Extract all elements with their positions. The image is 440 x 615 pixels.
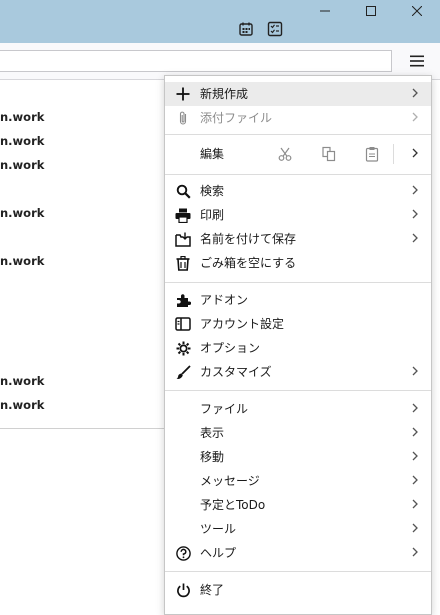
menu-item-account-settings[interactable]: アカウント設定 (165, 312, 431, 336)
close-button[interactable] (394, 0, 440, 22)
chevron-right-icon (411, 232, 421, 246)
menu-item-tools[interactable]: ツール (165, 517, 431, 541)
chevron-right-icon (411, 498, 421, 512)
list-divider (0, 428, 170, 429)
paintbrush-icon (175, 364, 191, 380)
menu-item-message[interactable]: メッセージ (165, 469, 431, 493)
menu-item-label: 予定とToDo (200, 498, 266, 512)
list-item[interactable]: n.work (0, 374, 44, 388)
menu-item-file[interactable]: ファイル (165, 397, 431, 421)
power-icon (175, 582, 191, 598)
help-icon (175, 545, 191, 561)
menu-item-label: ファイル (200, 402, 249, 416)
chevron-right-icon (411, 450, 421, 464)
plus-icon (175, 86, 191, 102)
menu-item-label: ごみ箱を空にする (200, 256, 297, 270)
puzzle-icon (175, 292, 191, 308)
save-folder-icon (175, 231, 191, 247)
menu-item-label: アカウント設定 (200, 317, 285, 331)
list-item[interactable]: n.work (0, 110, 44, 124)
app-menu-button[interactable] (403, 49, 431, 73)
menu-item-view[interactable]: 表示 (165, 421, 431, 445)
list-item[interactable]: n.work (0, 254, 44, 268)
tasks-button[interactable] (267, 21, 283, 37)
cut-icon[interactable] (277, 146, 293, 162)
chevron-right-icon (411, 184, 421, 198)
hamburger-menu-icon (410, 55, 424, 67)
paste-icon[interactable] (364, 146, 380, 162)
menu-item-options[interactable]: オプション (165, 336, 431, 360)
chevron-right-icon[interactable] (411, 147, 421, 161)
printer-icon (175, 207, 191, 223)
list-item[interactable]: n.work (0, 206, 44, 220)
app-menu: 新規作成 添付ファイル 編集 検索 印刷 名前を付けて保存 ごみ箱を空にする ア… (164, 75, 432, 615)
menu-item-label: ツール (200, 522, 237, 536)
list-item[interactable]: n.work (0, 134, 44, 148)
account-settings-icon (175, 316, 191, 332)
menu-item-label: カスタマイズ (200, 365, 272, 379)
chevron-right-icon (411, 426, 421, 440)
search-icon (175, 183, 191, 199)
trash-icon (175, 255, 191, 271)
menu-item-label: ヘルプ (200, 546, 237, 560)
list-item[interactable]: n.work (0, 398, 44, 412)
menu-item-addons[interactable]: アドオン (165, 288, 431, 312)
menu-item-events-tasks[interactable]: 予定とToDo (165, 493, 431, 517)
chevron-right-icon (411, 522, 421, 536)
tasks-icon (267, 21, 283, 37)
menu-item-label: メッセージ (200, 474, 260, 488)
menu-item-save-as[interactable]: 名前を付けて保存 (165, 227, 431, 251)
menu-item-quit[interactable]: 終了 (165, 578, 431, 602)
title-bar (0, 0, 440, 43)
close-icon (412, 6, 422, 16)
menu-item-label: 添付ファイル (200, 111, 273, 125)
menu-item-label: 印刷 (200, 208, 225, 222)
maximize-button[interactable] (348, 0, 394, 22)
menu-item-label: アドオン (200, 293, 249, 307)
menu-item-label: 新規作成 (200, 87, 249, 101)
minimize-button[interactable] (302, 0, 348, 22)
chevron-right-icon (411, 208, 421, 222)
list-item[interactable]: n.work (0, 158, 44, 172)
menu-item-label: 編集 (200, 147, 225, 161)
menu-item-empty-trash[interactable]: ごみ箱を空にする (165, 251, 431, 275)
menu-item-label: 移動 (200, 450, 225, 464)
menu-item-label: 表示 (200, 426, 225, 440)
chevron-right-icon (411, 87, 421, 101)
calendar-button[interactable] (238, 21, 254, 37)
chevron-right-icon (411, 111, 421, 125)
menu-separator (165, 134, 431, 135)
gear-icon (175, 340, 191, 356)
menu-item-label: 検索 (200, 184, 225, 198)
maximize-icon (366, 6, 376, 16)
paperclip-icon (175, 110, 191, 126)
menu-separator (165, 174, 431, 175)
menu-item-print[interactable]: 印刷 (165, 203, 431, 227)
menu-item-help[interactable]: ヘルプ (165, 541, 431, 565)
menu-item-new[interactable]: 新規作成 (165, 82, 431, 106)
menu-item-edit: 編集 (165, 142, 431, 166)
edit-separator (393, 144, 394, 164)
chevron-right-icon (411, 474, 421, 488)
chevron-right-icon (411, 546, 421, 560)
menu-item-search[interactable]: 検索 (165, 179, 431, 203)
menu-item-go[interactable]: 移動 (165, 445, 431, 469)
menu-item-attachments: 添付ファイル (165, 106, 431, 130)
chevron-right-icon (411, 402, 421, 416)
calendar-icon (239, 22, 253, 36)
menu-item-label: 終了 (200, 583, 225, 597)
search-field[interactable] (0, 50, 392, 72)
menu-separator (165, 390, 431, 391)
menu-item-label: オプション (200, 341, 261, 355)
menu-item-label: 名前を付けて保存 (200, 232, 297, 246)
minimize-icon (320, 10, 330, 12)
menu-item-customize[interactable]: カスタマイズ (165, 360, 431, 384)
menu-separator (165, 282, 431, 283)
copy-icon[interactable] (321, 146, 337, 162)
chevron-right-icon (411, 365, 421, 379)
menu-separator (165, 571, 431, 572)
